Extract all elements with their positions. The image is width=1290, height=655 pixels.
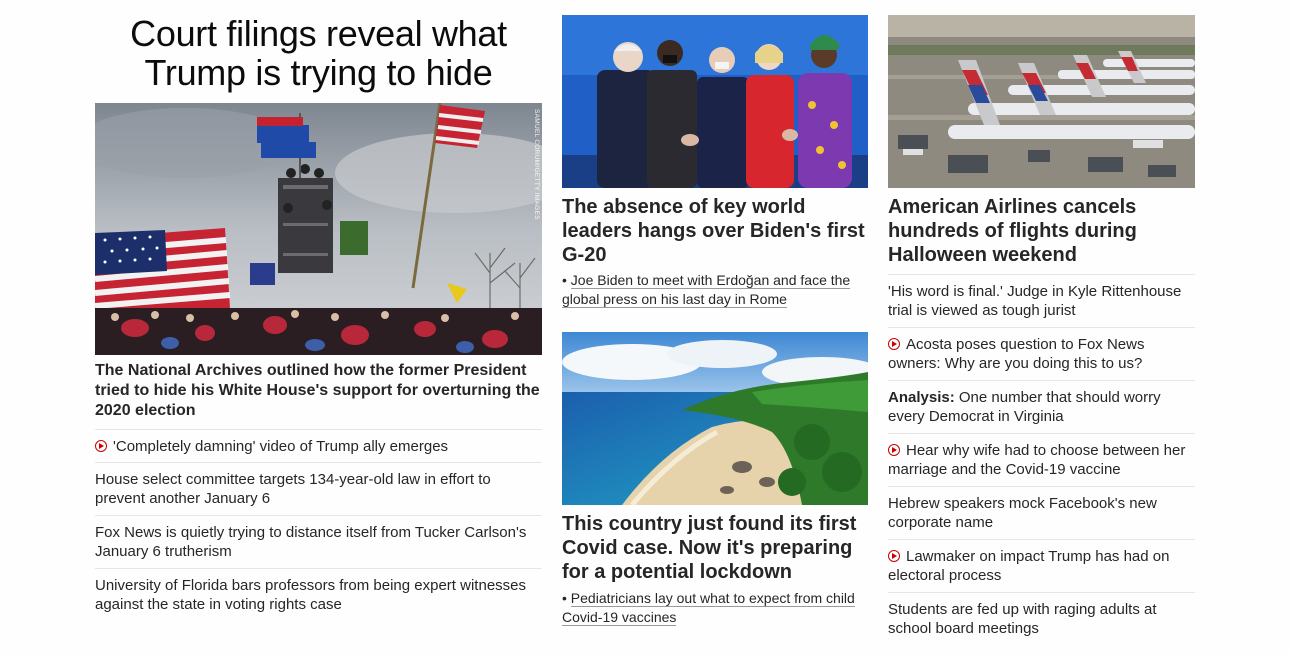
list-item[interactable]: Fox News is quietly trying to distance i… [95,515,542,568]
list-item[interactable]: Hebrew speakers mock Facebook's new corp… [888,486,1195,539]
list-item[interactable]: Hear why wife had to choose between her … [888,433,1195,486]
lead-photo-capitol-crowd[interactable]: SAMUEL CORUM/GETTY IMAGES [95,103,542,355]
story-link[interactable]: Acosta poses question to Fox News owners… [888,336,1144,372]
island-coast-photo[interactable] [562,332,868,505]
list-item[interactable]: Analysis: One number that should worry e… [888,380,1195,433]
list-item[interactable]: House select committee targets 134-year-… [95,462,542,515]
story-link[interactable]: 'Completely damning' video of Trump ally… [113,438,448,455]
list-item[interactable]: Acosta poses question to Fox News owners… [888,327,1195,380]
bullet: • [562,272,571,288]
american-airlines-planes-photo[interactable] [888,15,1195,188]
story-link[interactable]: 'His word is final.' Judge in Kyle Ritte… [888,283,1181,319]
list-item[interactable]: Students are fed up with raging adults a… [888,592,1195,645]
g20-leaders-photo[interactable] [562,15,868,188]
island-headline[interactable]: This country just found its first Covid … [562,512,868,584]
story-link[interactable]: Students are fed up with raging adults a… [888,601,1157,637]
story-link[interactable]: Hear why wife had to choose between her … [888,442,1185,478]
right-related-links: 'His word is final.' Judge in Kyle Ritte… [888,274,1195,645]
video-play-icon [888,338,900,350]
g20-headline[interactable]: The absence of key world leaders hangs o… [562,195,868,267]
bullet: • [562,590,571,606]
lead-caption[interactable]: The National Archives outlined how the f… [95,361,542,421]
list-item[interactable]: 'Completely damning' video of Trump ally… [95,429,542,462]
list-item[interactable]: University of Florida bars professors fr… [95,568,542,621]
g20-related-link[interactable]: • Joe Biden to meet with Erdoğan and fac… [562,271,868,309]
story-link[interactable]: Lawmaker on impact Trump has had on elec… [888,548,1169,584]
lead-related-links: 'Completely damning' video of Trump ally… [95,429,542,621]
video-play-icon [95,440,107,452]
list-item[interactable]: Lawmaker on impact Trump has had on elec… [888,539,1195,592]
list-item[interactable]: 'His word is final.' Judge in Kyle Ritte… [888,274,1195,327]
photo-credit: SAMUEL CORUM/GETTY IMAGES [533,109,540,220]
story-link[interactable]: Fox News is quietly trying to distance i… [95,524,526,560]
video-play-icon [888,550,900,562]
lead-headline[interactable]: Court filings reveal what Trump is tryin… [95,14,542,92]
video-play-icon [888,444,900,456]
story-link[interactable]: University of Florida bars professors fr… [95,577,526,613]
analysis-label: Analysis: [888,389,955,406]
lead-story-column: Court filings reveal what Trump is tryin… [95,0,542,613]
story-link[interactable]: Pediatricians lay out what to expect fro… [562,590,855,626]
story-link[interactable]: Joe Biden to meet with Erdoğan and face … [562,272,851,308]
story-link[interactable]: Hebrew speakers mock Facebook's new corp… [888,495,1157,531]
american-airlines-headline[interactable]: American Airlines cancels hundreds of fl… [888,195,1195,267]
story-link[interactable]: House select committee targets 134-year-… [95,471,491,507]
island-related-link[interactable]: • Pediatricians lay out what to expect f… [562,589,868,627]
